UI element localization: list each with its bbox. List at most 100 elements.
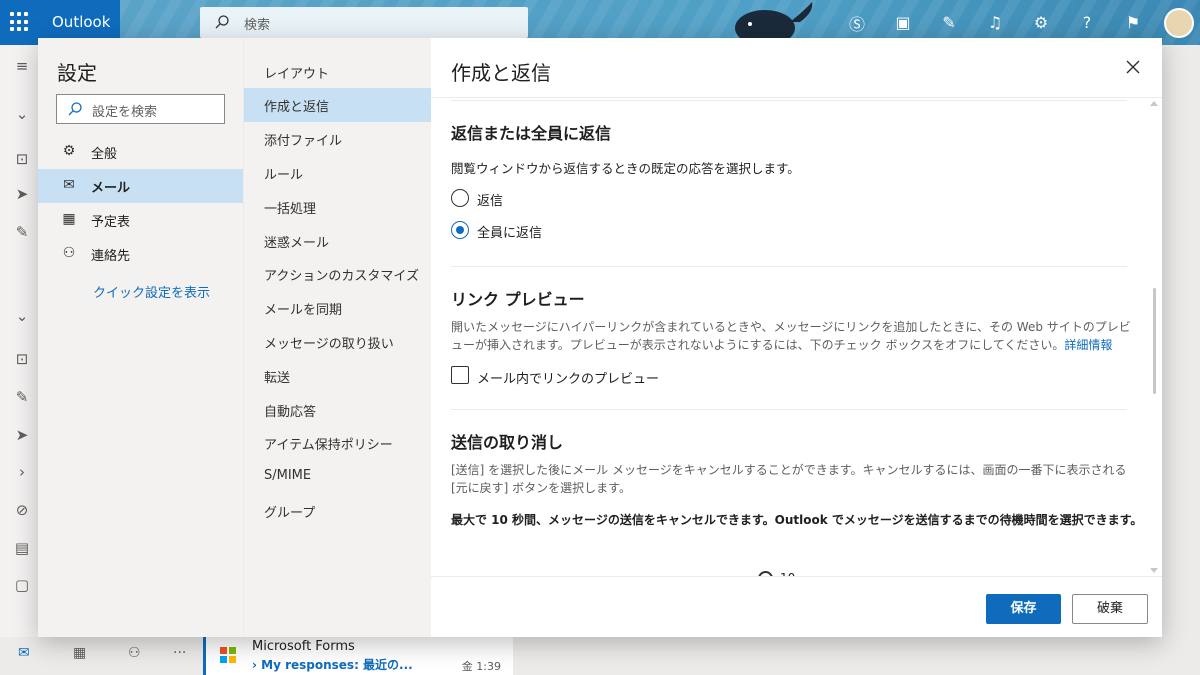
subnav-rules[interactable]: ルール [244, 156, 432, 190]
calendar-icon[interactable]: ▦ [73, 645, 86, 661]
gear-icon: ⚙ [62, 143, 76, 159]
message-time: 金 1:39 [461, 660, 501, 673]
subnav-compose-reply[interactable]: 作成と返信 [244, 88, 432, 122]
learn-more-link[interactable]: 詳細情報 [1064, 338, 1112, 352]
subnav-sweep[interactable]: 一括処理 [244, 190, 432, 224]
scroll-up-arrow[interactable] [1150, 101, 1158, 106]
close-icon[interactable] [1124, 58, 1142, 76]
link-preview-description: 開いたメッセージにハイパーリンクが含まれているときや、メッセージにリンクを追加し… [451, 320, 1131, 352]
reply-section-heading: 返信または全員に返信 [451, 124, 612, 143]
category-mail[interactable]: ✉ メール [38, 169, 243, 203]
mail-settings-subnav: レイアウト 作成と返信 添付ファイル ルール 一括処理 迷惑メール アクションの… [243, 38, 432, 637]
search-icon [215, 15, 229, 29]
save-button[interactable]: 保存 [986, 594, 1061, 624]
settings-dialog: 設定 設定を検索 ⚙ 全般 ✉ メール ▦ 予定表 ⚇ 連絡先 クイック設定を表… [38, 38, 1162, 637]
subnav-label: 迷惑メール [264, 236, 330, 251]
link-preview-checkbox-label[interactable]: メール内でリンクのプレビュー [477, 368, 659, 387]
category-label: 予定表 [91, 215, 131, 230]
category-label: 連絡先 [91, 249, 131, 264]
settings-title: 設定 [57, 61, 97, 85]
radio-reply[interactable] [451, 189, 469, 207]
archive-icon[interactable]: ▤ [12, 539, 32, 559]
note-icon[interactable]: ▢ [12, 576, 32, 596]
settings-scroll-area[interactable]: 返信または全員に返信 閲覧ウィンドウから返信するときの既定の応答を選択します。 … [431, 98, 1162, 576]
settings-pane: 作成と返信 返信または全員に返信 閲覧ウィンドウから返信するときの既定の応答を選… [431, 38, 1162, 637]
subnav-label: メールを同期 [264, 303, 343, 318]
quick-settings-link[interactable]: クイック設定を表示 [93, 282, 210, 301]
subnav-customize-actions[interactable]: アクションのカスタマイズ [244, 257, 432, 291]
message-sender: Microsoft Forms [252, 639, 355, 654]
settings-categories: 設定 設定を検索 ⚙ 全般 ✉ メール ▦ 予定表 ⚇ 連絡先 クイック設定を表… [38, 38, 243, 637]
subnav-smime[interactable]: S/MIME [244, 460, 432, 494]
link-preview-heading: リンク プレビュー [451, 290, 585, 309]
subnav-label: 添付ファイル [264, 134, 343, 149]
hamburger-icon[interactable]: ≡ [12, 57, 32, 77]
subnav-forwarding[interactable]: 転送 [244, 359, 432, 393]
subnav-label: 一括処理 [264, 202, 317, 217]
divider [431, 576, 1162, 577]
subnav-label: 転送 [264, 371, 291, 386]
send-icon[interactable]: ➤ [12, 426, 32, 446]
subnav-junk-email[interactable]: 迷惑メール [244, 224, 432, 258]
microsoft-logo-icon [220, 647, 236, 663]
subnav-label: 自動応答 [264, 405, 317, 420]
subnav-groups[interactable]: グループ [244, 494, 432, 528]
settings-search-placeholder: 設定を検索 [92, 105, 158, 120]
subnav-layout[interactable]: レイアウト [244, 55, 432, 89]
mail-icon: ✉ [63, 177, 75, 193]
subnav-label: レイアウト [264, 67, 330, 82]
pencil-icon[interactable]: ✎ [12, 223, 32, 243]
subnav-label: S/MIME [264, 468, 312, 483]
subnav-label: アイテム保持ポリシー [264, 438, 393, 453]
bottom-app-bar: ✉ ▦ ⚇ ··· [0, 637, 1200, 675]
subnav-automatic-replies[interactable]: 自動応答 [244, 393, 432, 427]
discard-button[interactable]: 破棄 [1072, 594, 1148, 624]
message-subject: › My responses: 最近の... [252, 658, 413, 672]
pane-title: 作成と返信 [451, 61, 551, 85]
radio-reply-all-label[interactable]: 全員に返信 [477, 222, 542, 241]
category-general[interactable]: ⚙ 全般 [38, 135, 243, 169]
app-launcher-icon[interactable] [10, 12, 30, 32]
undo-send-description: [送信] を選択した後にメール メッセージをキャンセルすることができます。キャン… [451, 463, 1127, 495]
radio-reply-all[interactable] [451, 221, 469, 239]
chevron-down-icon[interactable]: ⌄ [12, 105, 32, 125]
chevron-right-icon[interactable]: › [12, 463, 32, 483]
link-preview-checkbox[interactable] [451, 366, 469, 384]
people-icon: ⚇ [62, 245, 76, 261]
undo-send-slider-label: 最大で 10 秒間、メッセージの送信をキャンセルできます。Outlook でメッ… [451, 513, 1143, 527]
inbox-icon[interactable]: ⊡ [12, 350, 32, 370]
category-label: 全般 [91, 147, 118, 162]
subnav-sync-email[interactable]: メールを同期 [244, 291, 432, 325]
avatar[interactable] [1164, 7, 1194, 38]
scroll-down-arrow[interactable] [1150, 568, 1158, 573]
chevron-down-icon[interactable]: ⌄ [12, 307, 32, 327]
subnav-label: グループ [264, 506, 316, 521]
app-name[interactable]: Outlook [52, 13, 110, 31]
settings-search-input[interactable]: 設定を検索 [56, 94, 225, 124]
category-label: メール [91, 181, 131, 196]
category-people[interactable]: ⚇ 連絡先 [38, 237, 243, 271]
subnav-label: 作成と返信 [264, 100, 330, 115]
subnav-message-handling[interactable]: メッセージの取り扱い [244, 325, 432, 359]
radio-reply-label[interactable]: 返信 [477, 190, 503, 209]
people-icon[interactable]: ⚇ [128, 645, 141, 661]
divider [451, 266, 1127, 267]
inbox-icon[interactable]: ⊡ [12, 150, 32, 170]
pencil-icon[interactable]: ✎ [12, 388, 32, 408]
subnav-retention-policies[interactable]: アイテム保持ポリシー [244, 426, 432, 460]
subnav-label: メッセージの取り扱い [264, 337, 394, 352]
subnav-label: アクションのカスタマイズ [264, 269, 419, 284]
search-input[interactable]: 検索 [200, 7, 528, 38]
reply-section-prompt: 閲覧ウィンドウから返信するときの既定の応答を選択します。 [451, 161, 800, 176]
send-icon[interactable]: ➤ [12, 185, 32, 205]
calendar-icon: ▦ [62, 211, 76, 227]
search-icon [68, 102, 82, 116]
category-calendar[interactable]: ▦ 予定表 [38, 203, 243, 237]
block-icon[interactable]: ⊘ [12, 501, 32, 521]
more-icon[interactable]: ··· [173, 645, 186, 661]
undo-send-heading: 送信の取り消し [451, 433, 564, 452]
message-list-item[interactable]: Microsoft Forms › My responses: 最近の... 金… [203, 637, 513, 675]
subnav-attachments[interactable]: 添付ファイル [244, 122, 432, 156]
mail-icon[interactable]: ✉ [18, 645, 30, 661]
scrollbar-thumb[interactable] [1153, 288, 1156, 394]
